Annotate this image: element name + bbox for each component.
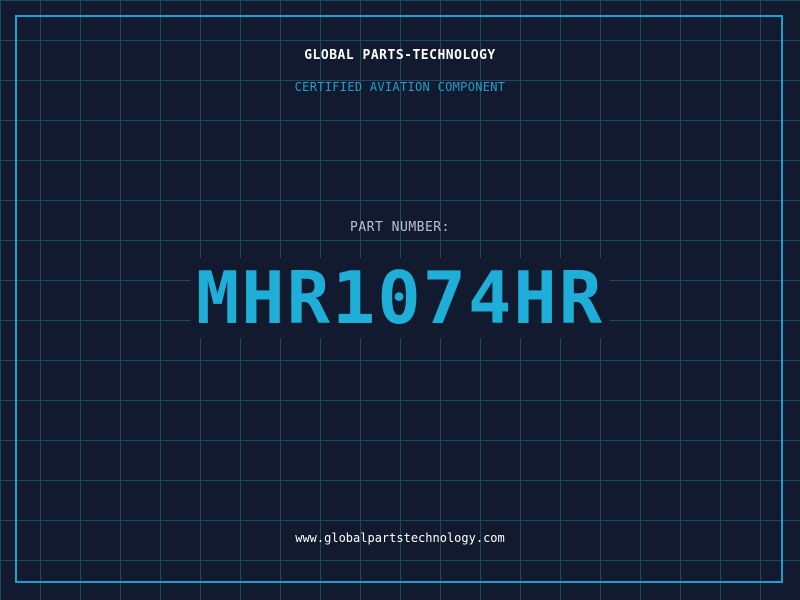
website-url: www.globalpartstechnology.com xyxy=(295,531,505,545)
part-card: GLOBAL PARTS-TECHNOLOGY CERTIFIED AVIATI… xyxy=(0,0,800,600)
tagline: CERTIFIED AVIATION COMPONENT xyxy=(294,80,506,94)
company-name: GLOBAL PARTS-TECHNOLOGY xyxy=(304,48,496,63)
part-number-label: PART NUMBER: xyxy=(350,220,450,235)
part-number-value: MHR1074HR xyxy=(195,256,605,340)
